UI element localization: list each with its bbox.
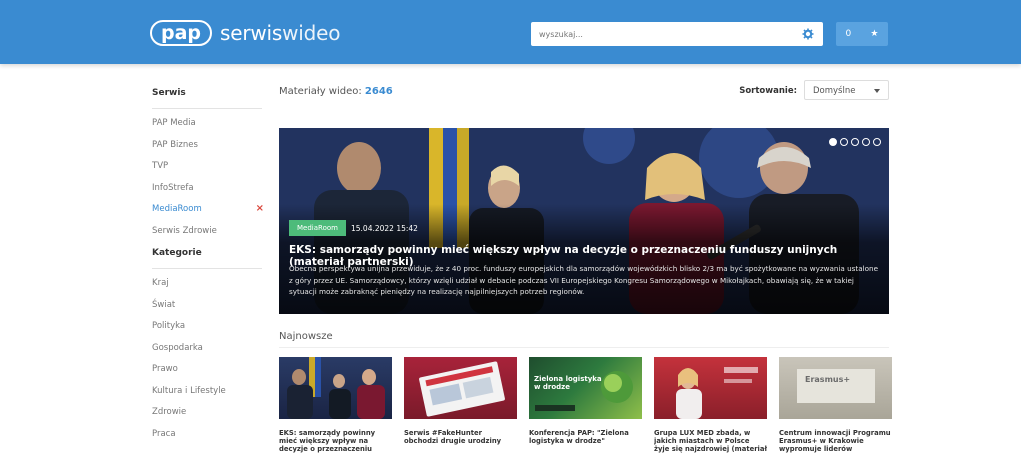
- video-count-label: Materiały wideo:: [279, 86, 362, 97]
- video-card[interactable]: Serwis #FakeHunter obchodzi drugie urodz…: [404, 357, 517, 453]
- video-card[interactable]: Grupa LUX MED zbada, w jakich miastach w…: [654, 357, 767, 453]
- video-card[interactable]: Zielona logistyka w drodze Konferencja P…: [529, 357, 642, 453]
- category-item-praca[interactable]: Praca: [152, 428, 262, 450]
- featured-video-slider[interactable]: MediaRoom 15.04.2022 15:42 EKS: samorząd…: [279, 128, 889, 314]
- video-card[interactable]: Erasmus+ Centrum innowacji Programu Eras…: [779, 357, 892, 453]
- thumbnail-overlay-text: Erasmus+: [805, 375, 851, 384]
- category-badge[interactable]: MediaRoom: [289, 220, 346, 236]
- sidebar-item-tvp[interactable]: TVP: [152, 160, 262, 182]
- remove-filter-icon[interactable]: ×: [256, 203, 264, 215]
- divider: [152, 108, 262, 109]
- video-thumbnail[interactable]: [654, 357, 767, 419]
- video-title[interactable]: Grupa LUX MED zbada, w jakich miastach w…: [654, 429, 767, 453]
- thumbnail-overlay-text: Zielona logistyka w drodze: [534, 375, 602, 391]
- gear-icon: [802, 28, 814, 40]
- divider: [279, 347, 889, 348]
- category-item-kultura[interactable]: Kultura i Lifestyle: [152, 385, 262, 407]
- logo-word-wideo: wideo: [282, 21, 341, 45]
- category-item-polityka[interactable]: Polityka: [152, 320, 262, 342]
- slider-dot[interactable]: [851, 138, 859, 146]
- sort-dropdown[interactable]: Domyślne: [804, 80, 889, 100]
- category-item-swiat[interactable]: Świat: [152, 299, 262, 321]
- search-box: [531, 22, 823, 46]
- header-actions: 0 ★: [836, 22, 888, 46]
- category-item-zdrowie[interactable]: Zdrowie: [152, 406, 262, 428]
- category-item-kraj[interactable]: Kraj: [152, 277, 262, 299]
- hero-date: 15.04.2022 15:42: [351, 224, 418, 233]
- sidebar-item-pap-biznes[interactable]: PAP Biznes: [152, 139, 262, 161]
- logo-pap: pap: [150, 20, 213, 46]
- search-input[interactable]: [531, 22, 793, 46]
- slider-dots: [829, 138, 881, 146]
- video-thumbnail[interactable]: [279, 357, 392, 419]
- search-settings-button[interactable]: [799, 25, 817, 43]
- category-item-gospodarka[interactable]: Gospodarka: [152, 342, 262, 364]
- sidebar-item-pap-media[interactable]: PAP Media: [152, 117, 262, 139]
- video-count: Materiały wideo: 2646: [279, 86, 393, 97]
- video-thumbnail[interactable]: Erasmus+: [779, 357, 892, 419]
- hero-description: Obecna perspektywa unijna przewiduje, że…: [289, 264, 879, 296]
- logo-text: serwiswideo: [220, 21, 340, 45]
- top-header: pap serwiswideo 0 ★: [0, 0, 1021, 64]
- results-toolbar: Materiały wideo: 2646 Sortowanie: Domyśl…: [279, 80, 889, 104]
- video-card[interactable]: EKS: samorządy powinny mieć większy wpły…: [279, 357, 392, 453]
- divider: [152, 268, 262, 269]
- video-title[interactable]: EKS: samorządy powinny mieć większy wpły…: [279, 429, 392, 453]
- video-title[interactable]: Serwis #FakeHunter obchodzi drugie urodz…: [404, 429, 517, 453]
- chevron-down-icon: [874, 89, 880, 93]
- logo-word-serwis: serwis: [220, 21, 283, 45]
- slider-dot[interactable]: [829, 138, 837, 146]
- video-count-value: 2646: [364, 86, 393, 97]
- video-title[interactable]: Centrum innowacji Programu Erasmus+ w Kr…: [779, 429, 892, 453]
- notification-count[interactable]: 0: [846, 29, 852, 39]
- sort-label: Sortowanie:: [739, 86, 797, 96]
- sidebar-item-mediaroom[interactable]: MediaRoom ×: [152, 203, 264, 225]
- category-heading: Kategorie: [152, 248, 202, 258]
- sort-value: Domyślne: [813, 86, 856, 96]
- video-thumbnail[interactable]: [404, 357, 517, 419]
- newest-video-list: EKS: samorządy powinny mieć większy wpły…: [279, 357, 892, 453]
- video-title[interactable]: Konferencja PAP: "Zielona logistyka w dr…: [529, 429, 642, 453]
- sidebar-item-serwis-zdrowie[interactable]: Serwis Zdrowie: [152, 225, 262, 247]
- slider-dot[interactable]: [873, 138, 881, 146]
- site-logo[interactable]: pap serwiswideo: [150, 20, 340, 46]
- sidebar-item-infostrefa[interactable]: InfoStrefa: [152, 182, 262, 204]
- favorites-star-icon[interactable]: ★: [870, 29, 878, 39]
- slider-dot[interactable]: [862, 138, 870, 146]
- sidebar-item-label: MediaRoom: [152, 204, 202, 214]
- video-thumbnail[interactable]: Zielona logistyka w drodze: [529, 357, 642, 419]
- sidebar: Serwis PAP Media PAP Biznes TVP InfoStre…: [152, 70, 264, 450]
- newest-heading: Najnowsze: [279, 331, 333, 342]
- slider-dot[interactable]: [840, 138, 848, 146]
- service-heading: Serwis: [152, 88, 186, 98]
- category-item-prawo[interactable]: Prawo: [152, 363, 262, 385]
